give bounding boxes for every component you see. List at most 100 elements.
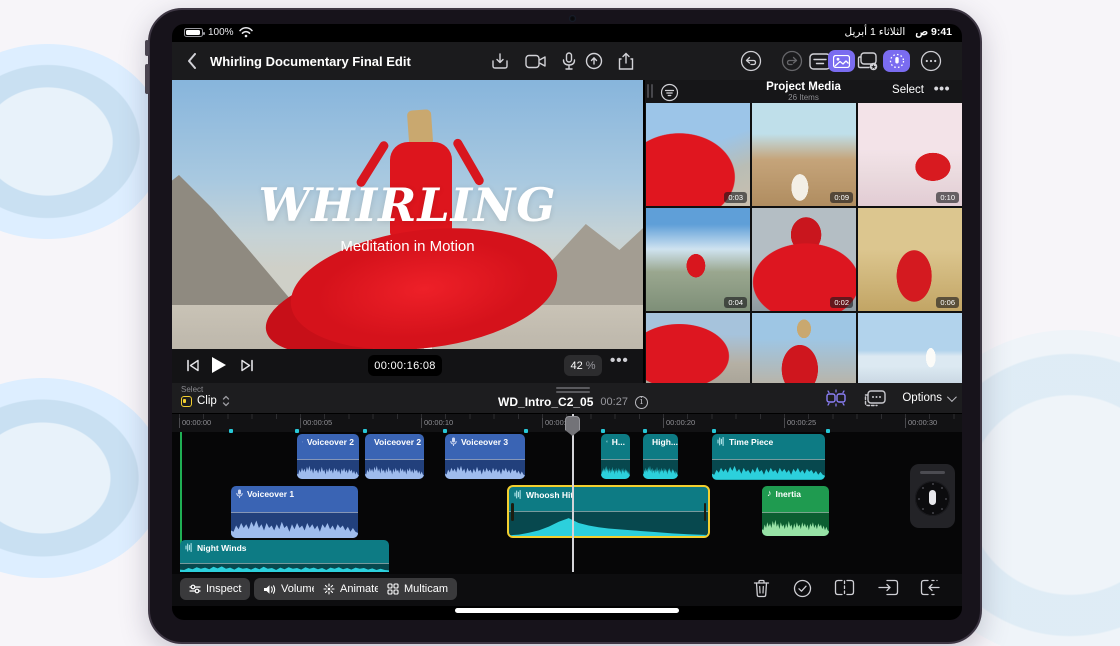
play-button[interactable] — [212, 357, 226, 373]
trim-handle-right[interactable] — [704, 503, 707, 521]
status-bar: 100% 9:41 ص الثلاثاء 1 أبريل — [172, 24, 962, 42]
timecode-display[interactable]: 00:00:16:08 — [368, 355, 442, 376]
media-thumbnail[interactable] — [752, 313, 856, 385]
duration-badge: 0:10 — [936, 192, 959, 203]
skip-forward-button[interactable] — [240, 359, 254, 372]
clip-marker — [712, 429, 716, 433]
camera-button[interactable] — [524, 50, 548, 72]
status-date: الثلاثاء 1 أبريل — [845, 26, 906, 38]
jog-mode-button-active[interactable] — [883, 50, 910, 72]
chevron-down-icon — [947, 392, 957, 402]
clip-tool-selector[interactable]: Clip — [181, 395, 230, 407]
overwrite-clip-button[interactable] — [920, 579, 941, 596]
timeline-drag-handle[interactable] — [556, 387, 590, 389]
media-thumbnail[interactable]: 0:09 — [752, 103, 856, 206]
timeline-header: Select Clip WD_Intro_C2_05 00:27 i — [172, 383, 962, 414]
zoom-level-control[interactable]: 42 % — [564, 355, 602, 376]
selected-clip-duration: 00:27 — [600, 396, 628, 408]
multicam-button[interactable]: Multicam — [378, 578, 457, 600]
clip-marker — [524, 429, 528, 433]
top-button — [145, 40, 149, 56]
dancer-hat — [407, 109, 433, 145]
timeline-clip-sfx[interactable]: Night Winds — [180, 540, 389, 572]
clip-marker — [643, 429, 647, 433]
mic-icon — [302, 437, 303, 447]
jog-pointer — [929, 490, 936, 505]
zoom-value: 42 — [570, 360, 582, 372]
ruler-tick: 00:00:00 — [179, 418, 211, 428]
media-thumbnail[interactable]: 0:04 — [646, 208, 750, 311]
timeline-clip-sfx[interactable]: High... — [643, 434, 678, 479]
stickers-button[interactable]: ★ — [856, 50, 880, 72]
speaker-icon — [263, 584, 276, 595]
skip-back-button[interactable] — [186, 359, 200, 372]
ruler-tick: 00:00:05 — [300, 418, 332, 428]
timeline-clip-voiceover[interactable]: Voiceover 2 — [297, 434, 359, 479]
media-thumbnail[interactable] — [646, 313, 750, 385]
viewer-more-button[interactable]: ••• — [610, 352, 629, 369]
more-button[interactable] — [919, 50, 943, 72]
home-indicator[interactable] — [455, 608, 679, 613]
trim-handle-left[interactable] — [511, 503, 514, 521]
media-thumbnail[interactable] — [858, 313, 962, 385]
project-title: Whirling Documentary Final Edit — [210, 54, 411, 69]
media-thumbnail[interactable]: 0:02 — [752, 208, 856, 311]
jog-dial[interactable] — [915, 481, 950, 516]
viewer: WHIRLING Meditation in Motion — [172, 80, 643, 349]
top-toolbar: Whirling Documentary Final Edit — [172, 42, 962, 80]
trash-button[interactable] — [753, 579, 770, 598]
check-circle-button[interactable] — [793, 579, 812, 598]
duration-badge: 0:02 — [830, 297, 853, 308]
media-browser-button-active[interactable] — [828, 50, 855, 72]
clip-overlay-button[interactable] — [864, 390, 886, 407]
timeline-clip-selected[interactable]: Whoosh Hit — [507, 485, 710, 538]
timeline-clip-voiceover[interactable]: Voiceover 2 — [365, 434, 424, 479]
duration-badge: 0:06 — [936, 297, 959, 308]
media-thumbnail[interactable]: 0:03 — [646, 103, 750, 206]
undo-button[interactable] — [739, 50, 763, 72]
music-note-icon: ♪ — [767, 489, 772, 498]
navigator-button[interactable] — [582, 50, 606, 72]
ipad-device: 100% 9:41 ص الثلاثاء 1 أبريل Whir — [148, 8, 982, 644]
jog-wheel[interactable] — [910, 464, 955, 528]
back-button[interactable] — [180, 50, 204, 72]
toolbar-divider — [246, 581, 247, 597]
media-thumbnail[interactable]: 0:10 — [858, 103, 962, 206]
splice-clip-button[interactable] — [834, 579, 855, 596]
mic-icon — [236, 489, 243, 499]
waveform-icon — [514, 490, 522, 499]
decor-blob-bottom-left — [0, 378, 165, 578]
waveform-icon — [606, 437, 608, 446]
timeline-clip-voiceover[interactable]: Voiceover 3 — [445, 434, 525, 479]
inspect-button[interactable]: Inspect — [180, 578, 250, 600]
media-more-button[interactable]: ••• — [934, 80, 950, 96]
info-button[interactable]: i — [635, 396, 648, 409]
multicam-grid-icon — [387, 583, 399, 595]
timeline-clip-voiceover[interactable]: Voiceover 1 — [231, 486, 358, 538]
battery-icon — [184, 28, 203, 37]
microphone-button[interactable] — [557, 50, 581, 72]
ruler-tick: 00:00:25 — [784, 418, 816, 428]
timeline-clip-sfx[interactable]: Time Piece — [712, 434, 825, 480]
duration-badge: 0:04 — [724, 297, 747, 308]
connect-clips-button[interactable] — [824, 389, 848, 407]
redo-button[interactable] — [780, 50, 804, 72]
options-button[interactable]: Options — [902, 392, 954, 404]
media-select-button[interactable]: Select — [892, 84, 924, 96]
media-grid: 0:03 0:09 0:10 0:04 0:02 0:06 — [646, 103, 961, 383]
inspector-icon — [189, 583, 201, 595]
duration-badge: 0:09 — [830, 192, 853, 203]
media-thumbnail[interactable]: 0:06 — [858, 208, 962, 311]
import-button[interactable] — [488, 50, 512, 72]
insert-clip-button[interactable] — [878, 579, 899, 596]
timeline-clip-music[interactable]: ♪Inertia — [762, 486, 829, 536]
share-button[interactable] — [614, 50, 638, 72]
viewer-overlay-subtitle: Meditation in Motion — [172, 238, 643, 255]
playhead[interactable] — [572, 414, 574, 572]
mic-icon — [450, 437, 457, 447]
zoom-unit: % — [586, 360, 596, 372]
timeline-clip-sfx[interactable]: H... — [601, 434, 630, 479]
jog-handle[interactable] — [920, 471, 945, 474]
clip-marker — [826, 429, 830, 433]
viewer-overlay-title: WHIRLING — [172, 178, 643, 232]
